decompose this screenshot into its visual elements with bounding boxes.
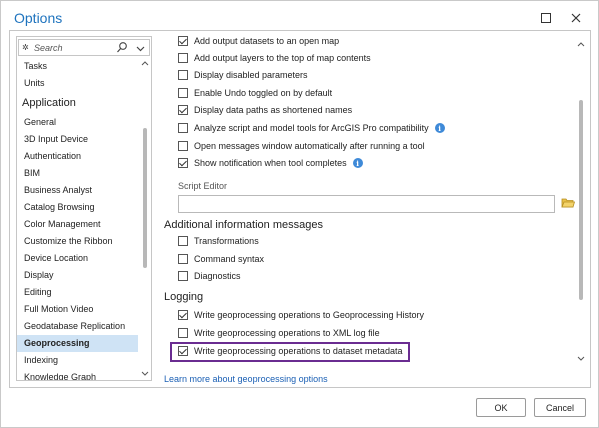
option-display-disabled-parameters[interactable]: Display disabled parameters: [178, 68, 308, 82]
sidebar-item-knowledge-graph[interactable]: Knowledge Graph: [24, 369, 96, 380]
additional-messages-header: Additional information messages: [164, 219, 323, 231]
nav-scrollbar[interactable]: [139, 58, 151, 380]
close-button[interactable]: [563, 5, 589, 31]
checkbox[interactable]: [178, 346, 188, 356]
checkbox[interactable]: [178, 88, 188, 98]
sidebar-item-customize-the-ribbon[interactable]: Customize the Ribbon: [24, 233, 113, 250]
sidebar-item-device-location[interactable]: Device Location: [24, 250, 88, 267]
option-add-output-layers-to-the-top-of-map-cont[interactable]: Add output layers to the top of map cont…: [178, 51, 371, 65]
option-enable-undo-toggled-on-by-default[interactable]: Enable Undo toggled on by default: [178, 86, 332, 100]
checkbox[interactable]: [178, 236, 188, 246]
sidebar-item-tasks[interactable]: Tasks: [24, 58, 47, 75]
checkbox-label: Display disabled parameters: [194, 70, 308, 80]
search-box[interactable]: ✲ Search: [18, 39, 150, 56]
sidebar-item-authentication[interactable]: Authentication: [24, 148, 81, 165]
option-analyze-script-and-model-tools-for-arcgi[interactable]: Analyze script and model tools for ArcGI…: [178, 121, 445, 135]
checkbox-label: Analyze script and model tools for ArcGI…: [194, 123, 429, 133]
checkbox[interactable]: [178, 123, 188, 133]
checkbox[interactable]: [178, 254, 188, 264]
nav-scrollbar-graphic: [141, 61, 149, 376]
checkbox[interactable]: [178, 36, 188, 46]
sidebar-item-indexing[interactable]: Indexing: [24, 352, 58, 369]
checkbox[interactable]: [178, 158, 188, 168]
options-dialog: Options ✲ Search Tasks Units Application Ge…: [0, 0, 599, 428]
settings-scrollbar-graphic: [577, 42, 585, 361]
sidebar-item-geoprocessing[interactable]: Geoprocessing: [24, 335, 90, 352]
sidebar-item-color-management[interactable]: Color Management: [24, 216, 101, 233]
sidebar-item-geodatabase-replication[interactable]: Geodatabase Replication: [24, 318, 125, 335]
option-transformations[interactable]: Transformations: [178, 234, 259, 248]
dialog-title: Options: [14, 10, 63, 26]
settings-scrollbar[interactable]: [575, 38, 587, 365]
geoprocessing-settings-panel: Script Editor Additional information mes…: [156, 34, 588, 384]
option-show-notification-when-tool-completes[interactable]: Show notification when tool completes i: [178, 156, 363, 170]
checkbox[interactable]: [178, 141, 188, 151]
learn-more-link[interactable]: Learn more about geoprocessing options: [164, 374, 328, 384]
option-open-messages-window-automatically-after[interactable]: Open messages window automatically after…: [178, 139, 425, 153]
checkbox[interactable]: [178, 70, 188, 80]
checkbox-label: Display data paths as shortened names: [194, 105, 353, 115]
search-icon[interactable]: [116, 41, 128, 54]
sidebar-item-catalog-browsing[interactable]: Catalog Browsing: [24, 199, 95, 216]
options-star-icon: ✲: [22, 43, 29, 52]
checkbox-label: Transformations: [194, 236, 259, 246]
options-content: ✲ Search Tasks Units Application General 3D …: [9, 30, 591, 388]
checkbox[interactable]: [178, 271, 188, 281]
sidebar-item-editing[interactable]: Editing: [24, 284, 52, 301]
option-command-syntax[interactable]: Command syntax: [178, 252, 264, 266]
sidebar-group-application: Application: [22, 97, 76, 109]
sidebar-item-general[interactable]: General: [24, 114, 56, 131]
options-nav-list: Tasks Units Application General 3D Input Dev…: [17, 58, 139, 380]
script-editor-label: Script Editor: [178, 181, 228, 191]
sidebar-item-bim[interactable]: BIM: [24, 165, 40, 182]
option-add-output-datasets-to-an-open-map[interactable]: Add output datasets to an open map: [178, 34, 339, 48]
checkbox-label: Diagnostics: [194, 271, 241, 281]
option-write-geoprocessing-operations-to-datase[interactable]: Write geoprocessing operations to datase…: [178, 344, 402, 358]
option-write-geoprocessing-operations-to-xml-lo[interactable]: Write geoprocessing operations to XML lo…: [178, 326, 380, 340]
checkbox[interactable]: [178, 105, 188, 115]
folder-browse-icon[interactable]: [561, 196, 575, 209]
checkbox-label: Command syntax: [194, 254, 265, 264]
maximize-button[interactable]: [533, 5, 559, 31]
checkbox-label: Enable Undo toggled on by default: [194, 88, 333, 98]
close-icon: [571, 13, 581, 23]
search-input[interactable]: Search: [34, 43, 63, 53]
options-nav-panel: ✲ Search Tasks Units Application General 3D …: [16, 36, 152, 381]
checkbox-label: Write geoprocessing operations to Geopro…: [194, 310, 424, 320]
checkbox-label: Add output datasets to an open map: [194, 36, 340, 46]
option-diagnostics[interactable]: Diagnostics: [178, 269, 241, 283]
checkbox-label: Show notification when tool completes: [194, 158, 347, 168]
sidebar-item-business-analyst[interactable]: Business Analyst: [24, 182, 92, 199]
checkbox-label: Write geoprocessing operations to XML lo…: [194, 328, 380, 338]
checkbox[interactable]: [178, 53, 188, 63]
sidebar-item-full-motion-video[interactable]: Full Motion Video: [24, 301, 93, 318]
chevron-down-icon[interactable]: [136, 44, 145, 53]
checkbox[interactable]: [178, 310, 188, 320]
checkbox-label: Open messages window automatically after…: [194, 141, 425, 151]
ok-button[interactable]: OK: [476, 398, 526, 417]
option-display-data-paths-as-shortened-names[interactable]: Display data paths as shortened names: [178, 103, 352, 117]
option-write-geoprocessing-operations-to-geopro[interactable]: Write geoprocessing operations to Geopro…: [178, 308, 424, 322]
checkbox-label: Add output layers to the top of map cont…: [194, 53, 371, 63]
sidebar-item-display[interactable]: Display: [24, 267, 54, 284]
checkbox[interactable]: [178, 328, 188, 338]
sidebar-item-units[interactable]: Units: [24, 75, 45, 92]
logging-header: Logging: [164, 291, 204, 303]
cancel-button[interactable]: Cancel: [534, 398, 586, 417]
checkbox-label: Write geoprocessing operations to datase…: [194, 346, 403, 356]
info-icon[interactable]: i: [352, 158, 363, 168]
sidebar-item-3d-input-device[interactable]: 3D Input Device: [24, 131, 88, 148]
info-icon[interactable]: i: [434, 123, 445, 133]
script-editor-input[interactable]: [178, 195, 555, 213]
maximize-icon: [541, 13, 551, 23]
